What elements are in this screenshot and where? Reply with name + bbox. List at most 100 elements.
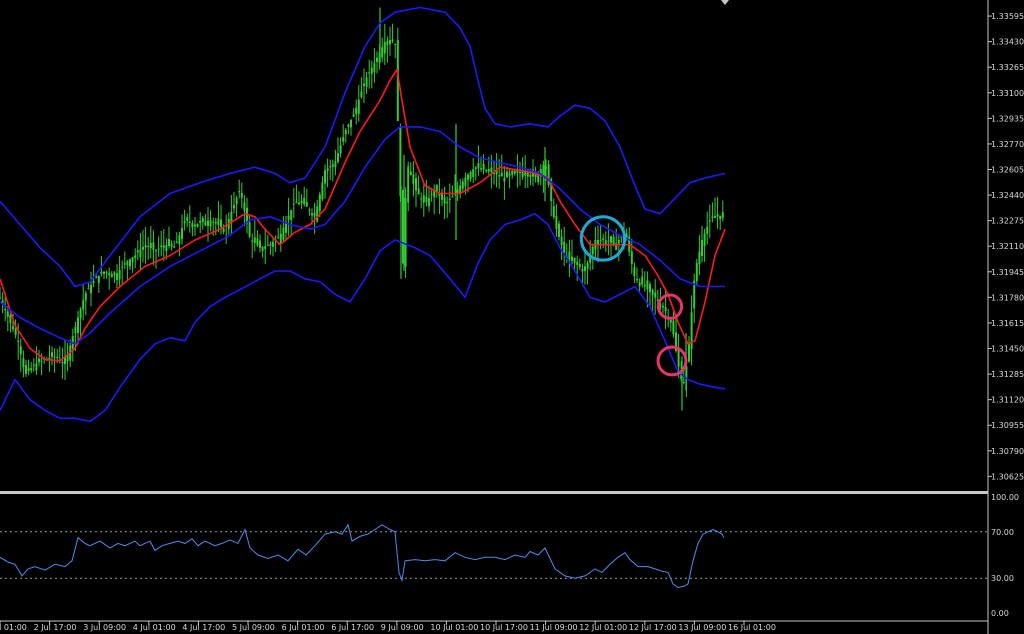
candle-body (477, 163, 480, 169)
candle-body (469, 171, 472, 179)
candle-body (51, 352, 53, 358)
candle-body (355, 107, 358, 115)
candle-body (389, 40, 391, 45)
candle-body (126, 261, 129, 266)
oscillator-tick-label: 0.00 (991, 609, 1009, 618)
candle-body (394, 43, 397, 45)
candle-body (40, 360, 43, 362)
time-tick-label: 2 Jul 01:00 (0, 623, 27, 632)
candle-body (560, 236, 563, 245)
candle-body (500, 172, 503, 177)
candle-body (259, 240, 261, 248)
candle-body (300, 200, 303, 204)
candle-body (526, 172, 529, 177)
candle-body (105, 271, 108, 273)
candle-body (305, 201, 308, 207)
candle-body (269, 244, 272, 246)
candle-body (311, 213, 313, 216)
price-tick-label: 1.31285 (991, 370, 1024, 379)
time-tick-label: 10 Jul 01:00 (430, 623, 478, 632)
candle-body (552, 206, 555, 218)
candle-body (677, 349, 680, 367)
candle-body (461, 181, 464, 189)
candle-body (721, 212, 724, 218)
candle-body (373, 62, 376, 72)
candle-body (82, 300, 85, 310)
price-chart: 1.33595 1.33430 1.33265 1.33100 1.32935 1.327… (0, 0, 1024, 634)
price-tick-label: 1.32770 (991, 140, 1024, 149)
price-tick-label: 1.31120 (991, 396, 1024, 405)
candle-body (334, 161, 337, 168)
candle-body (690, 312, 693, 350)
candle-body (97, 275, 100, 284)
time-tick-label: 9 Jul 09:00 (381, 623, 424, 632)
candle-body (352, 114, 355, 117)
oscillator-tick-label: 70.00 (991, 528, 1014, 537)
candle-body (240, 193, 243, 198)
candle-body (711, 216, 714, 219)
candle-body (116, 273, 118, 281)
candle-body (35, 363, 38, 371)
candle-body (417, 188, 420, 195)
candle-body (415, 178, 417, 191)
candle-body (610, 236, 612, 243)
candle-body (586, 262, 589, 269)
candle-body (383, 42, 386, 54)
oscillator-tick-label: 30.00 (991, 574, 1014, 583)
candle-body (12, 326, 14, 330)
candle-body (90, 284, 92, 294)
candle-body (472, 169, 475, 177)
candle-body (370, 67, 373, 74)
candle-body (399, 126, 402, 197)
candle-body (318, 194, 321, 211)
candle-body (175, 241, 178, 243)
candle-body (646, 280, 649, 290)
candle-body (425, 196, 428, 203)
candle-body (404, 197, 407, 267)
candle-body (443, 197, 446, 204)
candle-body (27, 367, 30, 371)
candle-body (428, 198, 430, 207)
candle-body (662, 305, 664, 308)
candle-body (602, 238, 605, 241)
candle-body (649, 283, 651, 292)
time-tick-label: 16 Jul 01:00 (728, 623, 776, 632)
candle-body (139, 249, 142, 258)
candle-body (204, 221, 207, 226)
candle-body (6, 311, 9, 317)
candle-body (222, 228, 225, 232)
price-tick-label: 1.33430 (991, 38, 1024, 47)
candle-body (188, 221, 191, 223)
candle-body (412, 174, 415, 184)
candle-body (165, 245, 168, 251)
candle-body (168, 239, 170, 246)
candle-body (157, 248, 160, 250)
candle-body (706, 226, 709, 234)
price-tick-label: 1.30955 (991, 421, 1024, 430)
candle-body (591, 246, 594, 255)
candle-body (290, 209, 293, 220)
candle-body (490, 167, 493, 173)
candle-body (654, 292, 657, 298)
candle-body (4, 309, 7, 311)
candle-body (201, 217, 204, 223)
candle-body (714, 216, 716, 218)
price-tick-label: 1.30790 (991, 447, 1024, 456)
time-tick-label: 10 Jul 17:00 (480, 623, 528, 632)
candle-body (9, 314, 12, 324)
time-tick-label: 11 Jul 09:00 (530, 623, 578, 632)
candle-body (604, 240, 607, 245)
candle-body (194, 224, 196, 227)
candle-body (103, 271, 105, 274)
candle-body (698, 251, 701, 264)
candle-body (347, 124, 350, 127)
oscillator-tick-label: 100.00 (991, 493, 1019, 502)
candle-body (703, 233, 706, 246)
candle-body (633, 267, 636, 276)
candle-body (350, 119, 352, 128)
candle-body (529, 174, 532, 178)
candle-body (344, 129, 347, 135)
price-tick-label: 1.32605 (991, 166, 1024, 175)
candle-body (329, 166, 332, 168)
candle-body (248, 222, 251, 237)
